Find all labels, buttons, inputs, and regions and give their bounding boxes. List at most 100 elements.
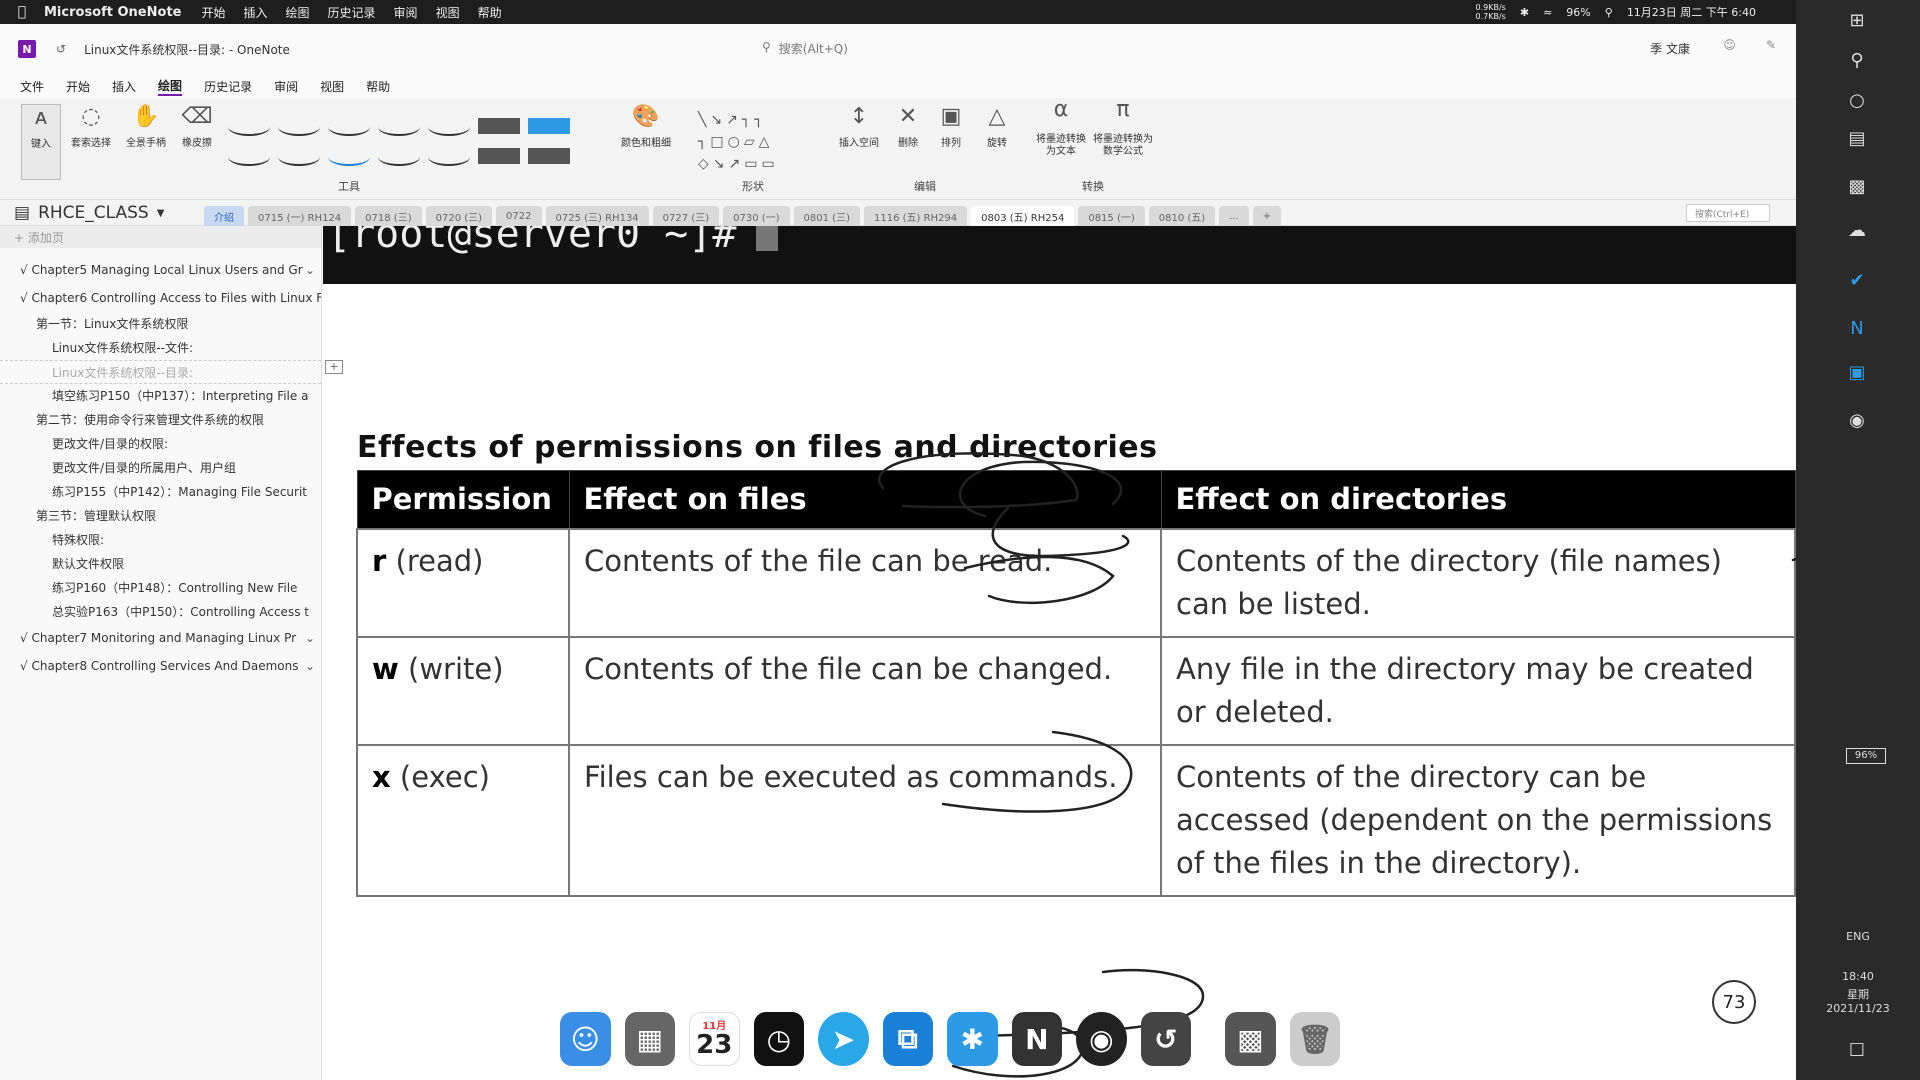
shapes-gallery-row-1[interactable]: ╲↘↗┐┐ <box>698 112 767 128</box>
rotate-button[interactable]: △ 旋转 <box>978 104 1016 149</box>
pen-swatch[interactable] <box>228 118 270 136</box>
lasso-tool-button[interactable]: ◌ 套索选择 <box>66 104 116 149</box>
sidebar-page-item[interactable]: 总实验P163（中P150）：Controlling Access t <box>0 600 321 624</box>
feishu-icon[interactable]: ➤ <box>818 1012 869 1066</box>
menu-help[interactable]: 帮助 <box>478 4 502 21</box>
taskbar-time[interactable]: 18:40 <box>1796 970 1920 983</box>
obs-taskbar-icon[interactable]: ◉ <box>1844 410 1870 436</box>
tab-insert[interactable]: 插入 <box>112 78 136 95</box>
menu-draw[interactable]: 绘图 <box>286 4 310 21</box>
arrange-button[interactable]: ▣ 排列 <box>934 104 968 149</box>
notification-badge[interactable]: 73 <box>1712 980 1756 1024</box>
tab-file[interactable]: 文件 <box>20 78 44 95</box>
sidebar-page-item[interactable]: 填空练习P150（中P137）：Interpreting File a <box>0 384 321 408</box>
menu-history[interactable]: 历史记录 <box>328 4 376 21</box>
sidebar-page-item[interactable]: √ Chapter6 Controlling Access to Files w… <box>0 284 321 312</box>
section-tab[interactable]: 0727 (三) <box>652 206 720 226</box>
section-tab[interactable]: 0725 (三) RH134 <box>545 206 649 226</box>
page-canvas[interactable]: [root@server0 ~]# + Effects of permissio… <box>323 226 1796 1080</box>
obs-icon[interactable]: ◉ <box>1076 1012 1127 1066</box>
type-tool-button[interactable]: ᴀ 键入 <box>21 104 61 180</box>
sidebar-page-item[interactable]: 更改文件/目录的所属用户、用户组 <box>0 456 321 480</box>
avatar-icon[interactable]: ☺ <box>1723 38 1736 52</box>
color-thickness-button[interactable]: 🎨 颜色和粗细 <box>614 104 678 149</box>
battery-percent[interactable]: 96% <box>1566 6 1590 19</box>
section-tab[interactable]: 0720 (三) <box>425 206 493 226</box>
pen-swatch-blue[interactable] <box>328 148 370 166</box>
tab-draw[interactable]: 绘图 <box>158 77 183 96</box>
sidebar-page-item[interactable]: 第一节：Linux文件系统权限 <box>0 312 321 336</box>
app-name-menu[interactable]: Microsoft OneNote <box>44 5 181 20</box>
bluetooth-icon[interactable]: ✱ <box>1520 6 1529 19</box>
section-tab[interactable]: 0730 (一) <box>723 206 790 226</box>
app-icon[interactable]: ▣ <box>1844 362 1870 388</box>
menubar-datetime[interactable]: 11月23日 周二 下午 6:40 <box>1627 4 1756 20</box>
language-indicator[interactable]: ENG <box>1796 930 1920 943</box>
app-icon[interactable]: ☁ <box>1844 220 1870 246</box>
snail-icon[interactable]: ↺ <box>1140 1012 1192 1066</box>
tab-help[interactable]: 帮助 <box>366 78 390 95</box>
highlighter-swatch[interactable] <box>478 148 520 164</box>
back-arrow-icon[interactable]: ↺ <box>56 42 66 56</box>
sidebar-page-item[interactable]: Linux文件系统权限--文件: <box>0 336 321 360</box>
delete-button[interactable]: ✕ 删除 <box>892 104 924 149</box>
pen-swatch[interactable] <box>428 148 470 166</box>
terminal-app-icon[interactable]: ▩ <box>1225 1012 1276 1066</box>
section-tab[interactable]: 介绍 <box>204 206 244 226</box>
chevron-down-icon[interactable]: ⌄ <box>305 652 315 680</box>
chevron-down-icon[interactable]: ⌄ <box>305 624 315 652</box>
menu-review[interactable]: 审阅 <box>394 4 418 21</box>
chevron-down-icon[interactable]: ⌄ <box>305 256 315 284</box>
sidebar-page-item[interactable]: 第三节：管理默认权限 <box>0 504 321 528</box>
sidebar-page-item[interactable]: Linux文件系统权限--目录: <box>0 360 321 384</box>
pen-swatch[interactable] <box>228 148 270 166</box>
menu-start[interactable]: 开始 <box>201 4 225 21</box>
insert-space-button[interactable]: ↕ 插入空间 <box>830 104 888 149</box>
remote-desktop-icon[interactable]: ⧉ <box>882 1012 934 1066</box>
clock-icon[interactable]: ◷ <box>753 1012 805 1066</box>
sidebar-page-item[interactable]: 练习P155（中P142）：Managing File Securit <box>0 480 321 504</box>
xmind-icon[interactable]: ✱ <box>947 1012 998 1066</box>
app-icon[interactable]: ▩ <box>1844 176 1870 202</box>
highlighter-swatch[interactable] <box>478 118 520 134</box>
sidebar-page-item[interactable]: √ Chapter7 Monitoring and Managing Linux… <box>0 624 321 652</box>
notebook-search-input[interactable]: 搜索(Ctrl+E) <box>1686 204 1770 222</box>
section-tab[interactable]: 1116 (五) RH294 <box>863 206 968 226</box>
task-view-icon[interactable]: ▤ <box>1844 128 1870 154</box>
add-page-plus-icon[interactable]: + <box>325 360 343 374</box>
pen-swatch[interactable] <box>378 118 420 136</box>
sidebar-page-item[interactable]: √ Chapter8 Controlling Services And Daem… <box>0 652 321 680</box>
tab-history[interactable]: 历史记录 <box>204 78 252 95</box>
pen-swatch[interactable] <box>328 118 370 136</box>
ink-to-math-button[interactable]: π 将墨迹转换为数学公式 <box>1092 99 1154 158</box>
add-page-button[interactable]: + 添加页 <box>0 226 321 248</box>
battery-indicator[interactable]: 96% <box>1846 748 1886 764</box>
finder-icon[interactable]: ☺ <box>560 1012 611 1066</box>
user-name[interactable]: 季 文康 <box>1650 40 1690 57</box>
pen-swatch[interactable] <box>278 148 320 166</box>
calendar-icon[interactable]: 11月 23 <box>689 1012 740 1066</box>
shapes-gallery-row-3[interactable]: ◇↘↗▭▭ <box>698 156 779 172</box>
sidebar-page-item[interactable]: 练习P160（中P148）：Controlling New File <box>0 576 321 600</box>
sidebar-page-item[interactable]: 特殊权限: <box>0 528 321 552</box>
apple-icon[interactable]:  <box>0 4 44 20</box>
sidebar-page-item[interactable]: 第二节：使用命令行来管理文件系统的权限 <box>0 408 321 432</box>
launchpad-icon[interactable]: ▦ <box>624 1012 675 1066</box>
search-icon[interactable]: ⚲ <box>1605 6 1613 19</box>
section-tab-active[interactable]: 0803 (五) RH254 <box>971 206 1075 226</box>
wifi-icon[interactable]: ≈ <box>1543 6 1552 19</box>
windows-start-icon[interactable]: ⊞ <box>1844 10 1870 36</box>
pen-swatch[interactable] <box>428 118 470 136</box>
section-tab[interactable]: 0810 (五) <box>1148 206 1216 226</box>
onenote-taskbar-icon[interactable]: N <box>1844 318 1870 344</box>
section-tab[interactable]: 0722 <box>496 206 542 226</box>
todo-check-icon[interactable]: ✔ <box>1844 270 1870 296</box>
tab-home[interactable]: 开始 <box>66 78 90 95</box>
notebook-selector[interactable]: ▤ RHCE_CLASS ▼ <box>14 203 164 223</box>
ink-to-text-button[interactable]: α 将墨迹转换为文本 <box>1034 99 1088 158</box>
more-sections-tab[interactable]: ... <box>1219 206 1249 226</box>
menu-insert[interactable]: 插入 <box>244 4 268 21</box>
cortana-icon[interactable]: ○ <box>1844 90 1870 116</box>
highlighter-swatch-blue[interactable] <box>528 118 570 134</box>
tab-view[interactable]: 视图 <box>320 78 344 95</box>
